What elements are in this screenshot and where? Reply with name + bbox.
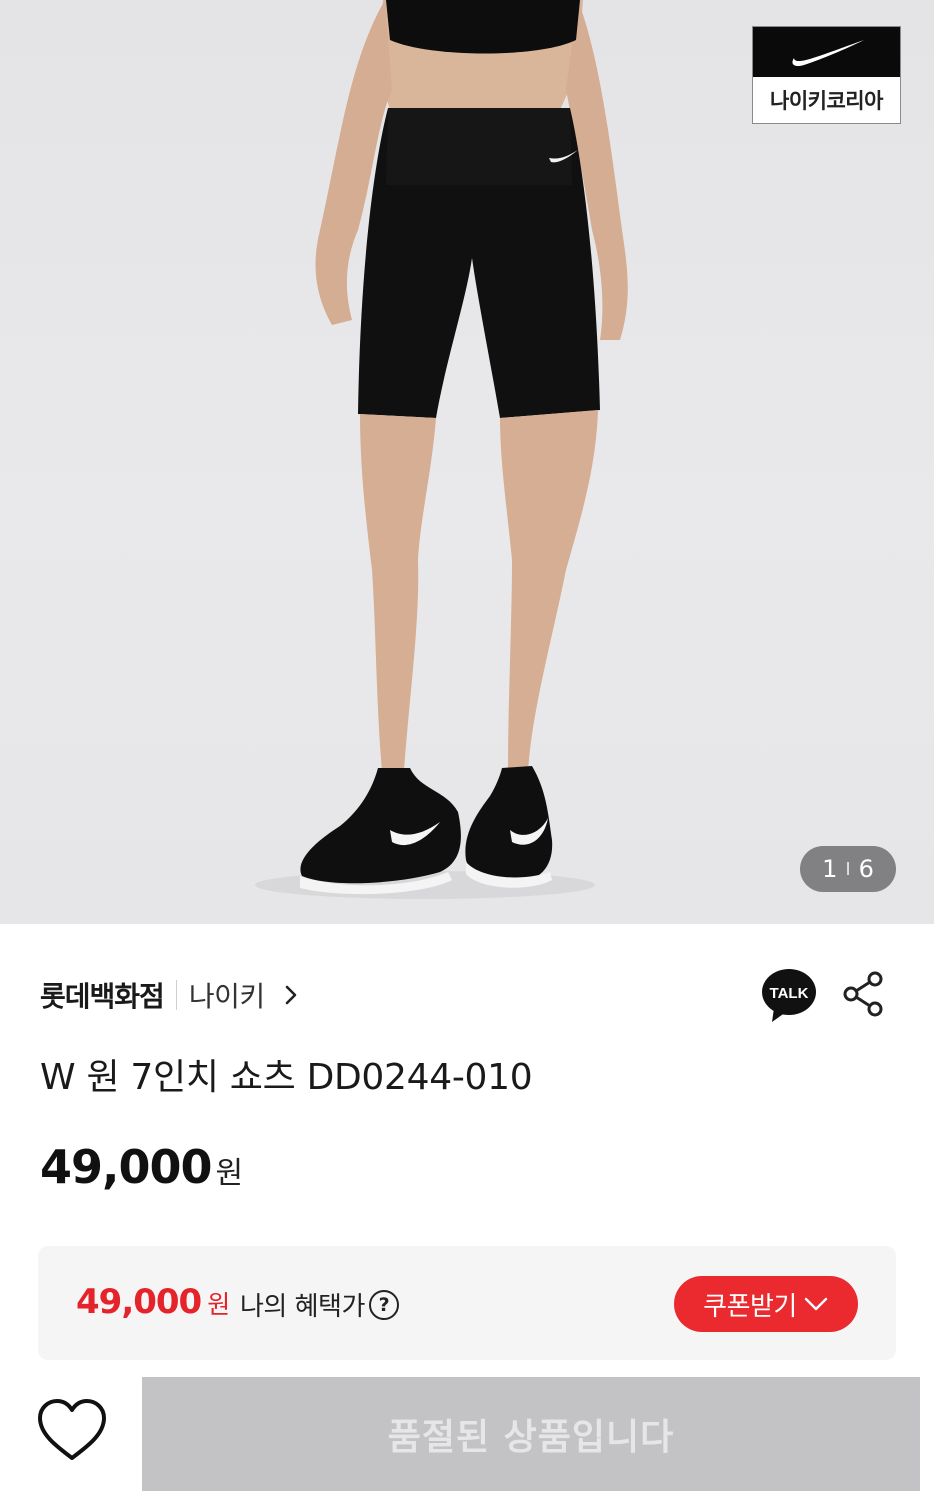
image-counter-current: 1 xyxy=(822,855,838,883)
chevron-right-icon[interactable] xyxy=(283,983,299,1007)
benefit-price: 49,000 원 xyxy=(76,1282,230,1322)
kakao-talk-button[interactable]: TALK xyxy=(760,966,818,1024)
help-icon[interactable]: ? xyxy=(368,1289,399,1320)
talk-bubble-icon: TALK xyxy=(762,969,816,1022)
coupon-button[interactable]: 쿠폰받기 xyxy=(674,1276,858,1332)
store-name[interactable]: 롯데백화점 xyxy=(40,975,165,1015)
image-counter: 1 I 6 xyxy=(800,846,896,892)
share-icon xyxy=(843,971,883,1017)
divider xyxy=(175,980,177,1010)
price-amount: 49,000 xyxy=(40,1140,213,1194)
coupon-button-label: 쿠폰받기 xyxy=(703,1291,797,1322)
product-photo xyxy=(255,0,628,899)
benefit-label: 나의 혜택가 xyxy=(240,1292,365,1322)
image-counter-separator: I xyxy=(845,858,851,880)
image-counter-total: 6 xyxy=(858,855,874,883)
talk-label: TALK xyxy=(770,985,809,1002)
sold-out-button: 품절된 상품입니다 xyxy=(142,1377,920,1491)
brand-logo-text: 나이키코리아 xyxy=(770,89,883,113)
swoosh-icon xyxy=(753,27,900,77)
store-brand-row: 롯데백화점 나이키 xyxy=(40,972,299,1018)
heart-icon xyxy=(38,1399,106,1460)
brand-logo: 나이키코리아 xyxy=(752,26,901,124)
wishlist-button[interactable] xyxy=(36,1398,108,1464)
price-row: 49,000 원 xyxy=(40,1140,243,1194)
product-title: W 원 7인치 쇼츠 DD0244-010 xyxy=(40,1057,533,1098)
price-unit: 원 xyxy=(215,1156,244,1191)
brand-link[interactable]: 나이키 xyxy=(189,975,265,1015)
benefit-price-box: 49,000 원 나의 혜택가 ? 쿠폰받기 xyxy=(38,1246,896,1360)
benefit-price-unit: 원 xyxy=(207,1290,231,1319)
chevron-down-icon xyxy=(804,1297,828,1311)
benefit-label-row: 나의 혜택가 ? xyxy=(240,1286,399,1323)
product-image-gallery[interactable]: 나이키코리아 1 I 6 xyxy=(0,0,934,924)
share-button[interactable] xyxy=(842,970,886,1018)
benefit-price-amount: 49,000 xyxy=(76,1282,202,1322)
